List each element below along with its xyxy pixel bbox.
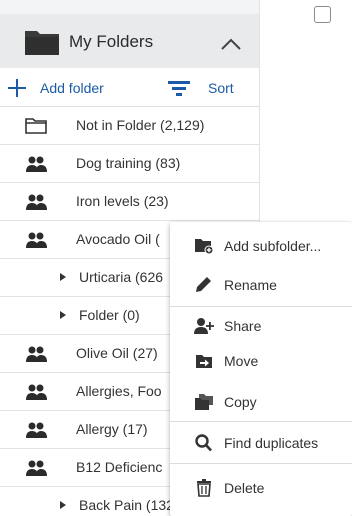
triangle-right-icon[interactable] [60, 501, 66, 509]
trash-icon [197, 479, 211, 497]
folder-icon [25, 31, 59, 55]
shared-users-icon [26, 346, 47, 362]
folder-label: Dog training (83) [76, 155, 181, 171]
shared-users-icon [26, 460, 47, 476]
add-subfolder-menu-item[interactable]: Add subfolder... [170, 228, 352, 264]
copy-folder-icon [195, 394, 213, 410]
folder-label: Avocado Oil ( [76, 231, 160, 247]
panel-title: My Folders [69, 32, 154, 51]
plus-icon [8, 79, 26, 97]
folder-label: B12 Deficienc [76, 459, 163, 475]
menu-divider [170, 463, 352, 464]
folder-label: Allergies, Foo [76, 383, 162, 399]
move-menu-item[interactable]: Move [170, 343, 352, 379]
share-menu-item[interactable]: Share [170, 308, 352, 344]
move-icon [196, 355, 212, 368]
share-user-icon [194, 318, 214, 334]
sort-icon [168, 81, 190, 96]
shared-users-icon [26, 384, 47, 400]
delete-menu-item[interactable]: Delete [170, 470, 352, 506]
folder-label: Urticaria (626 [79, 269, 164, 285]
rename-menu-item[interactable]: Rename [170, 267, 352, 303]
menu-item-label: Delete [224, 480, 265, 496]
folder-label: Allergy (17) [76, 421, 148, 437]
folder-label: Not in Folder (2,129) [76, 117, 205, 133]
shared-users-icon [26, 194, 47, 210]
menu-item-label: Copy [224, 394, 257, 410]
menu-item-label: Move [224, 353, 259, 369]
menu-item-label: Find duplicates [224, 435, 319, 451]
folder-row[interactable]: Dog training (83) [0, 145, 259, 183]
folder-row[interactable]: Not in Folder (2,129) [0, 107, 259, 145]
folder-label: Folder (0) [79, 307, 140, 323]
find-duplicates-menu-item[interactable]: Find duplicates [170, 425, 352, 461]
folder-label: Back Pain (132) [79, 497, 179, 513]
my-folders-header[interactable]: My Folders [0, 14, 259, 69]
folder-context-menu: Add subfolder... Rename Share Move Copy [170, 222, 352, 516]
copy-menu-item[interactable]: Copy [170, 384, 352, 420]
shared-users-icon [26, 156, 47, 172]
menu-divider [170, 306, 352, 307]
select-checkbox[interactable] [314, 6, 331, 23]
shared-users-icon [26, 232, 47, 248]
sort-label: Sort [208, 80, 234, 96]
add-folder-button[interactable]: Add folder [8, 78, 104, 98]
folder-toolbar: Add folder Sort [0, 68, 259, 107]
chevron-up-icon[interactable] [219, 36, 243, 52]
folder-outline-icon [25, 118, 47, 134]
folder-row[interactable]: Iron levels (23) [0, 183, 259, 221]
menu-item-label: Add subfolder... [224, 238, 322, 254]
add-folder-label: Add folder [40, 80, 104, 96]
sort-button[interactable]: Sort [168, 78, 234, 98]
triangle-right-icon[interactable] [60, 273, 66, 281]
add-folder-icon [195, 239, 214, 255]
pencil-icon [196, 277, 211, 292]
search-icon [195, 434, 212, 452]
menu-divider [170, 421, 352, 422]
folder-label: Olive Oil (27) [76, 345, 158, 361]
menu-item-label: Share [224, 318, 262, 334]
folder-label: Iron levels (23) [76, 193, 169, 209]
shared-users-icon [26, 422, 47, 438]
menu-item-label: Rename [224, 277, 277, 293]
triangle-right-icon[interactable] [60, 311, 66, 319]
